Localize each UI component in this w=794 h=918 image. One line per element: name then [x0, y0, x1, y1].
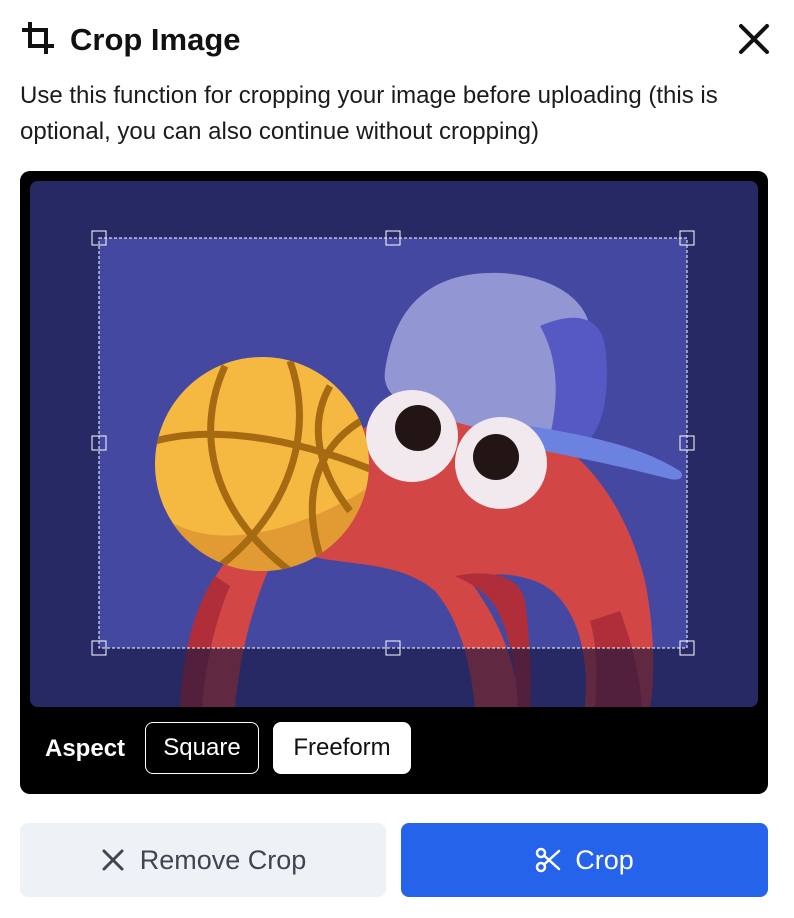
remove-crop-button[interactable]: Remove Crop	[20, 823, 386, 897]
aspect-square-button[interactable]: Square	[145, 722, 259, 774]
aspect-controls: Aspect Square Freeform	[20, 719, 768, 779]
aspect-freeform-button[interactable]: Freeform	[273, 722, 411, 774]
crop-editor: Aspect Square Freeform	[20, 171, 768, 794]
x-icon	[102, 849, 124, 871]
crop-button[interactable]: Crop	[401, 823, 768, 897]
crop-label: Crop	[575, 844, 634, 875]
crop-icon	[22, 22, 54, 54]
close-icon[interactable]	[736, 21, 772, 57]
image-canvas[interactable]	[30, 181, 758, 707]
remove-crop-label: Remove Crop	[139, 844, 307, 875]
aspect-label: Aspect	[45, 735, 126, 762]
scissors-icon	[535, 847, 561, 873]
dialog-header: Crop Image	[20, 18, 774, 62]
dialog-title: Crop Image	[70, 22, 241, 57]
image-preview	[30, 181, 758, 707]
dialog-description: Use this function for cropping your imag…	[20, 82, 718, 145]
